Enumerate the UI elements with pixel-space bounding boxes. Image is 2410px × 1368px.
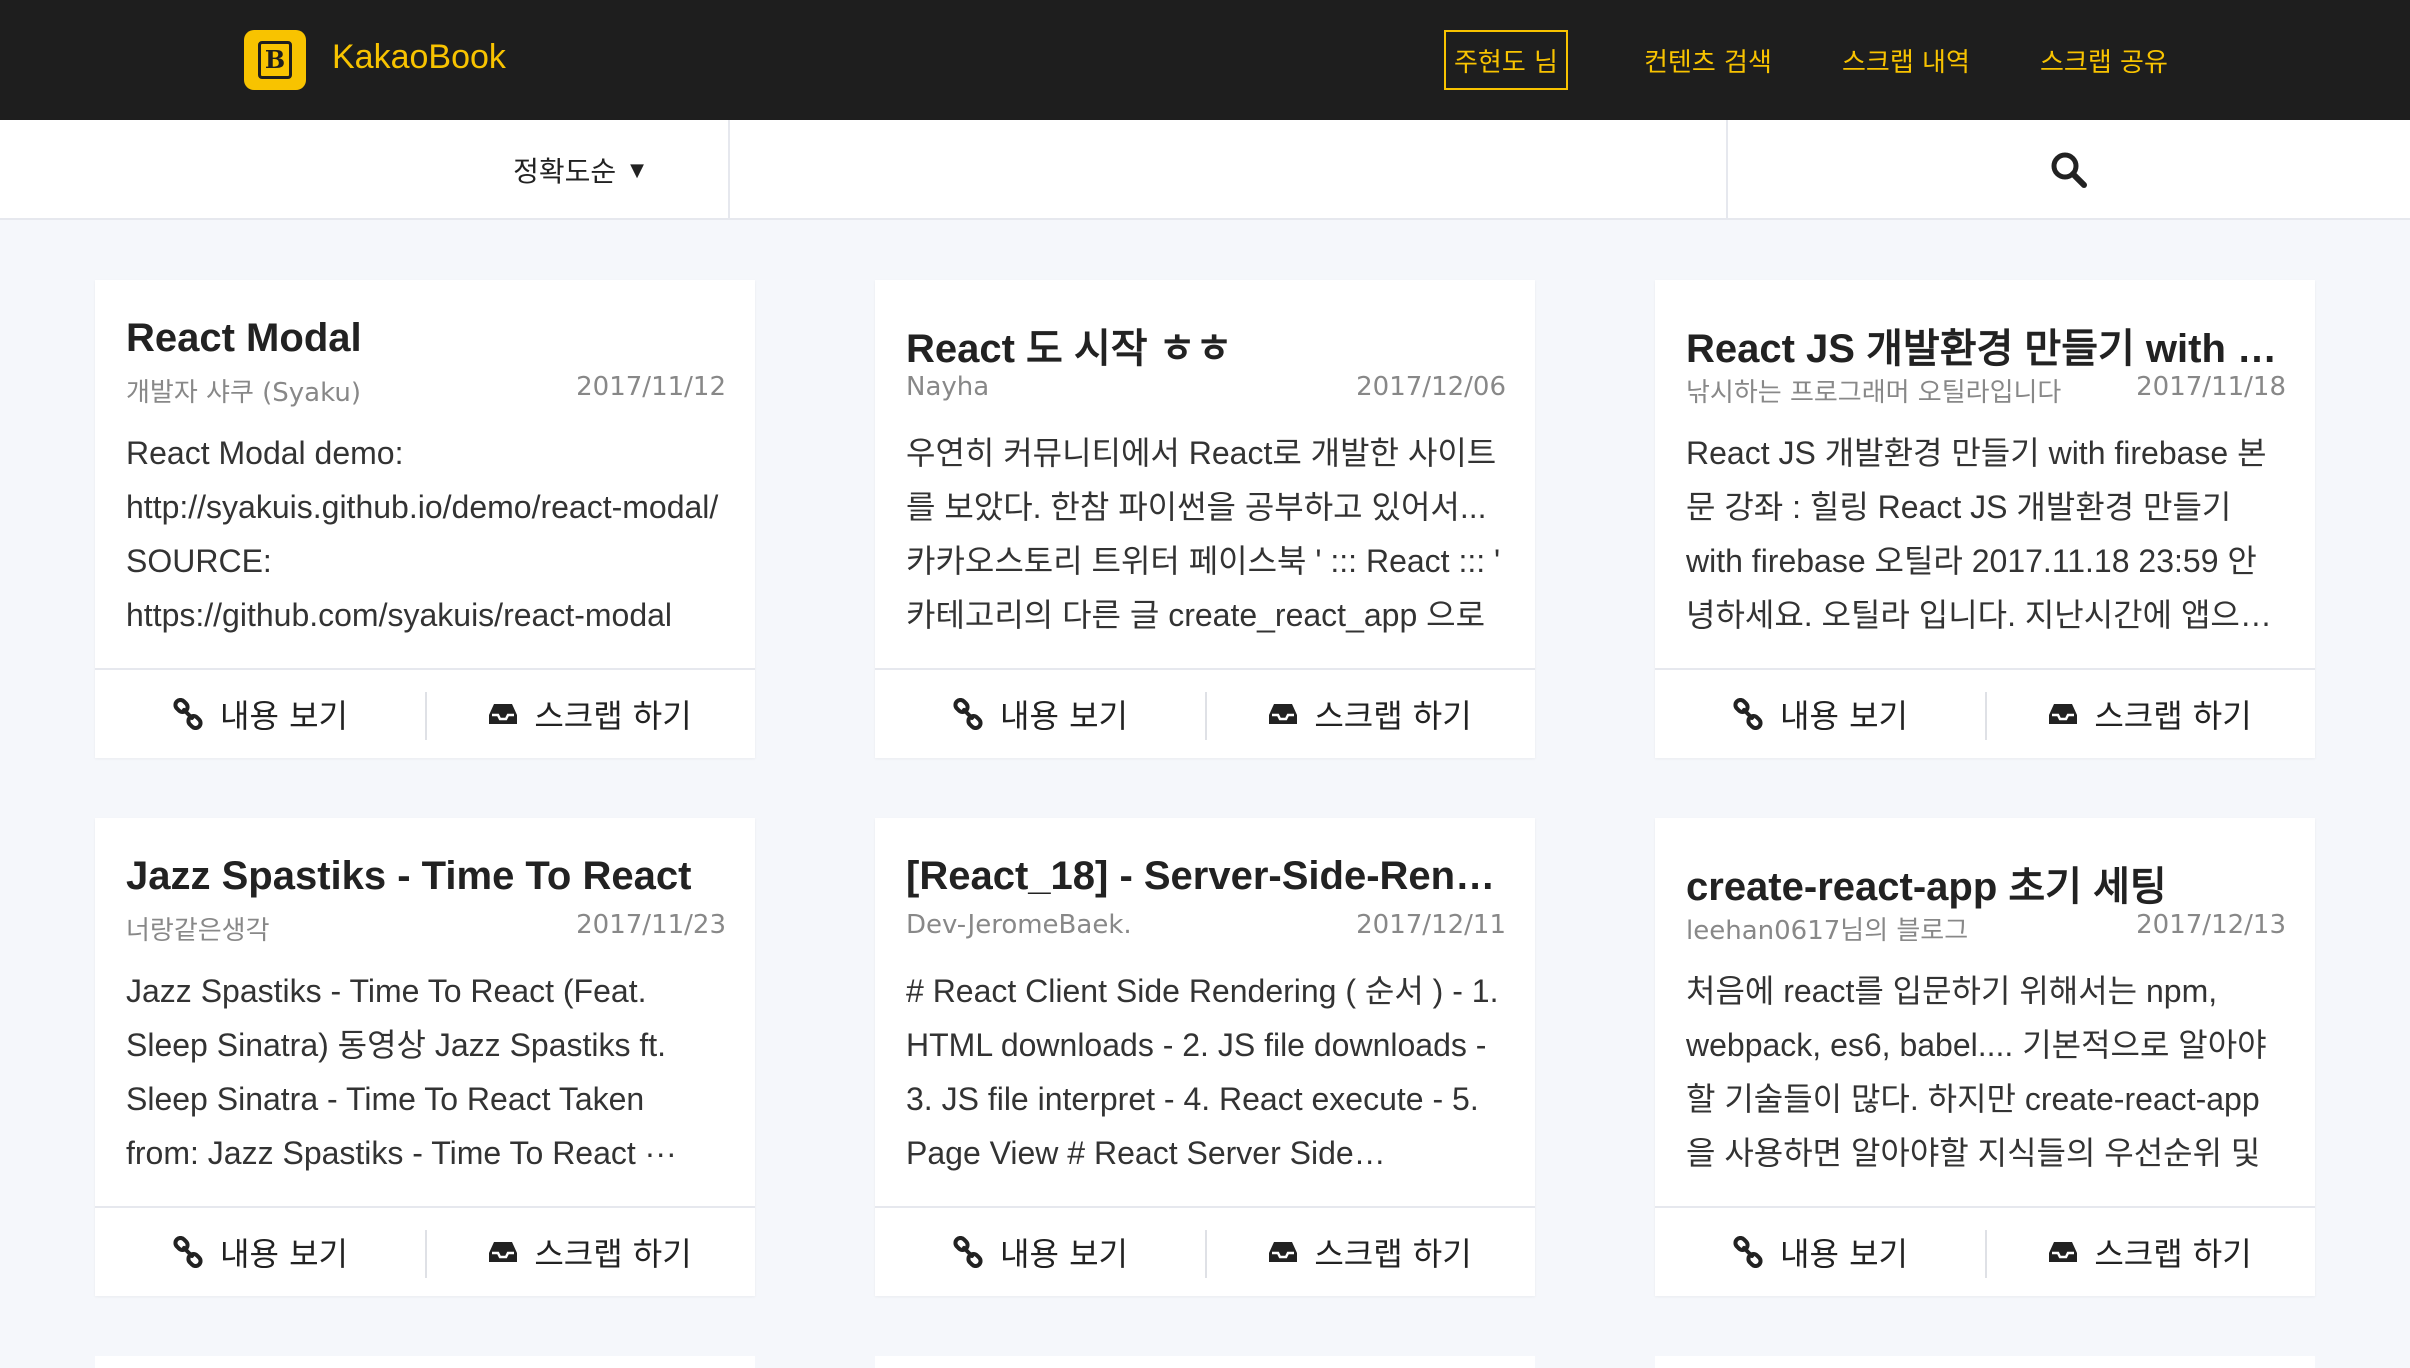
scrap-button[interactable]: 스크랩 하기 — [425, 670, 755, 758]
scrap-label: 스크랩 하기 — [1314, 1235, 1472, 1273]
inbox-icon — [2049, 704, 2078, 724]
view-content-button[interactable]: 내용 보기 — [95, 1208, 425, 1296]
search-bar: 정확도순 ▼ — [0, 120, 2410, 220]
card-author: Nayha — [906, 372, 990, 402]
user-menu-button[interactable]: 주현도 님 — [1444, 30, 1568, 90]
view-content-label: 내용 보기 — [1780, 1235, 1908, 1273]
link-icon — [953, 698, 983, 730]
link-icon — [1733, 698, 1763, 730]
scrap-button[interactable]: 스크랩 하기 — [1985, 1208, 2315, 1296]
card-date: 2017/12/06 — [1356, 372, 1506, 402]
kakaobook-logo-icon[interactable]: B — [244, 30, 306, 90]
card-author: leehan0617님의 블로그 — [1686, 916, 1969, 946]
card-content: # React Client Side Rendering ( 순서 ) - 1… — [906, 973, 1499, 1171]
view-content-button[interactable]: 내용 보기 — [875, 670, 1205, 758]
card-actions: 내용 보기 스크랩 하기 — [875, 668, 1535, 758]
search-input[interactable] — [730, 120, 1728, 220]
view-content-label: 내용 보기 — [220, 697, 348, 735]
sort-dropdown[interactable]: 정확도순 ▼ — [0, 120, 730, 220]
card-content: 우연히 커뮤니티에서 React로 개발한 사이트를 보았다. 한참 파이썬을 … — [906, 435, 1501, 633]
card-content: React JS 개발환경 만들기 with firebase 본문 강좌 : … — [1686, 435, 2270, 633]
brand-name[interactable]: KakaoBook — [332, 38, 506, 77]
card-title[interactable]: React JS 개발환경 만들기 with firebase — [1686, 316, 2286, 374]
scrap-label: 스크랩 하기 — [2094, 697, 2252, 735]
card-title[interactable]: [React_18] - Server-Side-Rendering — [906, 854, 1506, 899]
card-title[interactable]: Jazz Spastiks - Time To React — [126, 854, 726, 899]
card-content: React Modal demo: http://syakuis.github.… — [126, 435, 719, 633]
scrap-button[interactable]: 스크랩 하기 — [1205, 1208, 1535, 1296]
card-author: 개발자 샤쿠 (Syaku) — [126, 378, 361, 408]
card-content: 처음에 react를 입문하기 위해서는 npm, webpack, es6, … — [1686, 973, 2267, 1171]
card-author: 낚시하는 프로그래머 오틸라입니다 — [1686, 378, 2062, 408]
card-actions: 내용 보기 스크랩 하기 — [95, 668, 755, 758]
scrap-label: 스크랩 하기 — [2094, 1235, 2252, 1273]
scrap-label: 스크랩 하기 — [534, 1235, 692, 1273]
result-card: React Modal 개발자 샤쿠 (Syaku) 2017/11/12 Re… — [95, 280, 755, 758]
card-actions: 내용 보기 스크랩 하기 — [95, 1206, 755, 1296]
inbox-icon — [1269, 704, 1298, 724]
link-icon — [173, 1236, 203, 1268]
scrap-button[interactable]: 스크랩 하기 — [1205, 670, 1535, 758]
inbox-icon — [2049, 1242, 2078, 1262]
inbox-icon — [489, 1242, 518, 1262]
scrap-button[interactable]: 스크랩 하기 — [425, 1208, 755, 1296]
card-actions: 내용 보기 스크랩 하기 — [875, 1206, 1535, 1296]
nav-content-search[interactable]: 컨텐츠 검색 — [1644, 30, 1772, 90]
inbox-icon — [1269, 1242, 1298, 1262]
view-content-button[interactable]: 내용 보기 — [95, 670, 425, 758]
scrap-button[interactable]: 스크랩 하기 — [1985, 670, 2315, 758]
card-title[interactable]: React Modal — [126, 316, 726, 361]
link-icon — [953, 1236, 983, 1268]
caret-down-icon: ▼ — [630, 159, 644, 181]
card-content: Jazz Spastiks - Time To React (Feat. Sle… — [126, 973, 677, 1171]
card-actions: 내용 보기 스크랩 하기 — [1655, 668, 2315, 758]
link-icon — [173, 698, 203, 730]
view-content-button[interactable]: 내용 보기 — [1655, 1208, 1985, 1296]
scrap-label: 스크랩 하기 — [1314, 697, 1472, 735]
nav-scrap-history[interactable]: 스크랩 내역 — [1842, 30, 1970, 90]
top-navbar: B KakaoBook 주현도 님 컨텐츠 검색 스크랩 내역 스크랩 공유 — [0, 0, 2410, 120]
card-date: 2017/11/12 — [576, 372, 726, 402]
card-date: 2017/12/11 — [1356, 910, 1506, 940]
card-date: 2017/11/18 — [2136, 372, 2286, 402]
result-card: create-react-app 초기 세팅 leehan0617님의 블로그 … — [1655, 818, 2315, 1296]
view-content-label: 내용 보기 — [1000, 697, 1128, 735]
card-title[interactable]: create-react-app 초기 세팅 — [1686, 854, 2286, 912]
card-date: 2017/12/13 — [2136, 910, 2286, 940]
card-actions: 내용 보기 스크랩 하기 — [1655, 1206, 2315, 1296]
result-card: Jazz Spastiks - Time To React 너랑같은생각 201… — [95, 818, 755, 1296]
search-button[interactable] — [1728, 120, 2410, 220]
view-content-button[interactable]: 내용 보기 — [1655, 670, 1985, 758]
result-card-partial — [875, 1356, 1535, 1368]
view-content-label: 내용 보기 — [1780, 697, 1908, 735]
inbox-icon — [489, 704, 518, 724]
nav-scrap-share[interactable]: 스크랩 공유 — [2040, 30, 2168, 90]
result-card-partial — [1655, 1356, 2315, 1368]
card-author: 너랑같은생각 — [126, 916, 270, 946]
search-icon — [2051, 152, 2087, 188]
view-content-label: 내용 보기 — [220, 1235, 348, 1273]
view-content-button[interactable]: 내용 보기 — [875, 1208, 1205, 1296]
card-title[interactable]: React 도 시작 ㅎㅎ — [906, 316, 1506, 374]
sort-label: 정확도순 — [513, 155, 617, 188]
card-date: 2017/11/23 — [576, 910, 726, 940]
result-card: React 도 시작 ㅎㅎ Nayha 2017/12/06 우연히 커뮤니티에… — [875, 280, 1535, 758]
scrap-label: 스크랩 하기 — [534, 697, 692, 735]
result-card: [React_18] - Server-Side-Rendering Dev-J… — [875, 818, 1535, 1296]
view-content-label: 내용 보기 — [1000, 1235, 1128, 1273]
result-card-partial — [95, 1356, 755, 1368]
link-icon — [1733, 1236, 1763, 1268]
result-card: React JS 개발환경 만들기 with firebase 낚시하는 프로그… — [1655, 280, 2315, 758]
card-author: Dev-JeromeBaek. — [906, 910, 1132, 940]
